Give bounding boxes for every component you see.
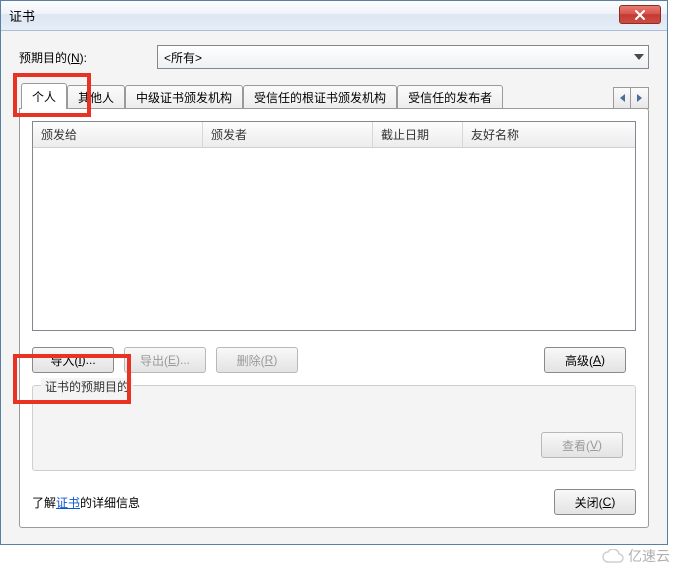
tab-personal[interactable]: 个人 xyxy=(21,83,67,109)
tab-scroll-left-button[interactable] xyxy=(613,87,631,109)
remove-button: 删除(R) xyxy=(216,347,298,373)
tab-scroll-controls xyxy=(613,87,649,109)
tabstrip: 个人 其他人 中级证书颁发机构 受信任的根证书颁发机构 受信任的发布者 xyxy=(19,83,649,109)
chevron-down-icon xyxy=(634,54,644,60)
column-friendly-name[interactable]: 友好名称 xyxy=(463,122,635,147)
export-button: 导出(E)... xyxy=(124,347,206,373)
titlebar: 证书 xyxy=(1,1,667,31)
intended-purpose-select[interactable]: <所有> xyxy=(157,45,649,69)
column-issued-by[interactable]: 颁发者 xyxy=(203,122,373,147)
close-button[interactable]: 关闭(C) xyxy=(554,489,636,515)
column-issued-to[interactable]: 颁发给 xyxy=(33,122,203,147)
close-icon xyxy=(634,10,646,20)
intended-purpose-groupbox: 证书的预期目的 查看(V) xyxy=(32,385,636,471)
advanced-button[interactable]: 高级(A) xyxy=(544,347,626,373)
tab-other-people[interactable]: 其他人 xyxy=(67,85,125,109)
column-expiration[interactable]: 截止日期 xyxy=(373,122,463,147)
certificate-list[interactable]: 颁发给 颁发者 截止日期 友好名称 xyxy=(32,121,636,331)
client-area: 预期目的(N): <所有> 个人 其他人 中级证书颁发机构 受信任的根证书颁发机… xyxy=(1,31,667,544)
import-button[interactable]: 导入(I)... xyxy=(32,347,114,373)
certificates-window: 证书 预期目的(N): <所有> 个人 其他人 中级证书颁发机构 受信任的根证书… xyxy=(0,0,668,545)
intended-purpose-value: <所有> xyxy=(164,49,202,66)
tab-panel: 颁发给 颁发者 截止日期 友好名称 导入(I)... 导出(E)... 删除(R… xyxy=(19,108,649,528)
groupbox-inner: 查看(V) xyxy=(45,400,623,458)
intended-purpose-row: 预期目的(N): <所有> xyxy=(19,45,649,69)
tabs-container: 个人 其他人 中级证书颁发机构 受信任的根证书颁发机构 受信任的发布者 颁发给 … xyxy=(19,83,649,528)
arrow-right-icon xyxy=(637,94,642,102)
action-button-row: 导入(I)... 导出(E)... 删除(R) 高级(A) xyxy=(32,347,636,373)
watermark: 亿速云 xyxy=(602,546,670,566)
tab-scroll-right-button[interactable] xyxy=(631,87,649,109)
footer-text: 了解证书的详细信息 xyxy=(32,494,140,511)
list-header: 颁发给 颁发者 截止日期 友好名称 xyxy=(33,122,635,148)
tab-trusted-publishers[interactable]: 受信任的发布者 xyxy=(397,85,503,109)
intended-purpose-label: 预期目的(N): xyxy=(19,49,157,66)
arrow-left-icon xyxy=(620,94,625,102)
learn-more-link[interactable]: 证书 xyxy=(56,496,80,510)
cloud-icon xyxy=(602,549,624,563)
close-window-button[interactable] xyxy=(619,5,661,24)
tab-trusted-root-ca[interactable]: 受信任的根证书颁发机构 xyxy=(243,85,397,109)
tab-intermediate-ca[interactable]: 中级证书颁发机构 xyxy=(125,85,243,109)
view-button: 查看(V) xyxy=(541,432,623,458)
footer-row: 了解证书的详细信息 关闭(C) xyxy=(32,489,636,515)
window-title: 证书 xyxy=(9,6,35,25)
groupbox-legend: 证书的预期目的 xyxy=(41,378,133,395)
